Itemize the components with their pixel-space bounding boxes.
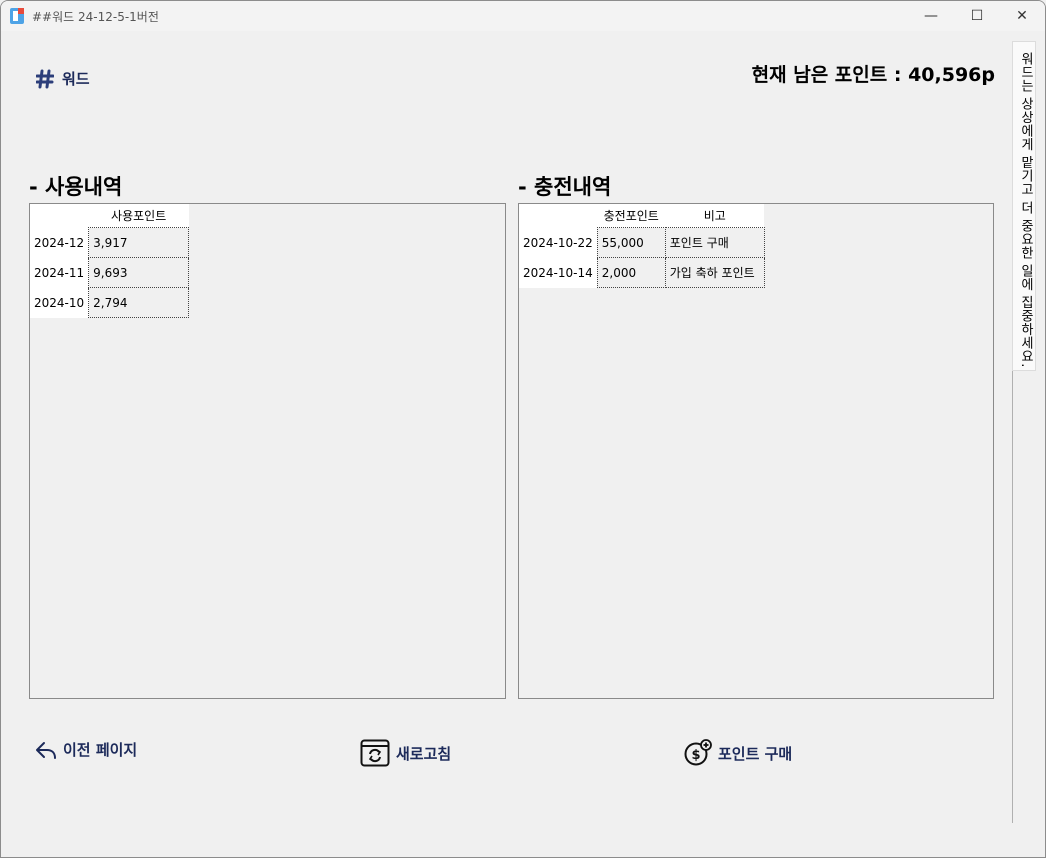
refresh-button-label: 새로고침 xyxy=(396,744,452,763)
refresh-icon xyxy=(360,739,390,767)
charge-date: 2024-10-22 xyxy=(519,227,598,258)
charge-table: 충전포인트 비고 2024-10-22 55,000 포인트 구매 2024-1… xyxy=(519,204,765,288)
charge-note-header[interactable]: 비고 xyxy=(665,204,765,228)
charge-title: - 충전내역 xyxy=(518,175,612,199)
charge-panel: 충전포인트 비고 2024-10-22 55,000 포인트 구매 2024-1… xyxy=(518,203,994,699)
usage-points-cell[interactable]: 9,693 xyxy=(88,257,190,288)
minimize-icon: — xyxy=(924,8,938,24)
usage-points-cell[interactable]: 3,917 xyxy=(88,227,190,258)
hash-logo-icon xyxy=(36,69,54,88)
usage-title: - 사용내역 xyxy=(29,175,123,199)
usage-month: 2024-11 xyxy=(30,257,89,288)
table-row: 2024-10-14 2,000 가입 축하 포인트 xyxy=(519,257,765,288)
usage-panel: 사용포인트 2024-12 3,917 2024-11 9,693 2024-1… xyxy=(29,203,506,699)
buy-points-button[interactable]: $ 포인트 구매 xyxy=(684,739,792,767)
back-arrow-icon xyxy=(36,741,56,759)
buy-points-button-label: 포인트 구매 xyxy=(718,744,793,763)
side-divider xyxy=(1012,371,1013,823)
maximize-icon: ☐ xyxy=(970,8,984,24)
usage-points-header[interactable]: 사용포인트 xyxy=(88,204,189,228)
minimize-button[interactable]: — xyxy=(908,1,954,31)
usage-month: 2024-12 xyxy=(30,227,89,258)
usage-month: 2024-10 xyxy=(30,287,89,318)
remaining-points: 현재 남은 포인트 : 40,596p xyxy=(751,64,995,86)
charge-corner-header xyxy=(519,204,598,228)
charge-date: 2024-10-14 xyxy=(519,257,598,288)
back-button[interactable]: 이전 페이지 xyxy=(35,739,137,760)
side-slogan-text: 워드는 상상에게 맡기고 더 중요한 일에 집중하세요. xyxy=(1018,52,1033,368)
table-row: 2024-10-22 55,000 포인트 구매 xyxy=(519,227,765,258)
charge-points-header[interactable]: 충전포인트 xyxy=(597,204,666,228)
close-icon: ✕ xyxy=(1016,8,1028,24)
app-window: ##워드 24-12-5-1버전 — ☐ ✕ 워드 현재 남은 포인트 : 40… xyxy=(0,0,1046,858)
window-title: ##워드 24-12-5-1버전 xyxy=(32,10,159,24)
logo-text: 워드 xyxy=(62,70,90,88)
charge-points-cell[interactable]: 55,000 xyxy=(596,227,666,258)
svg-text:$: $ xyxy=(691,748,700,763)
table-row: 2024-11 9,693 xyxy=(30,257,190,288)
usage-table: 사용포인트 2024-12 3,917 2024-11 9,693 2024-1… xyxy=(30,204,190,318)
table-row: 2024-12 3,917 xyxy=(30,227,190,258)
table-row: 2024-10 2,794 xyxy=(30,287,190,318)
usage-corner-header xyxy=(30,204,89,228)
charge-note-cell[interactable]: 가입 축하 포인트 xyxy=(664,257,765,288)
title-bar: ##워드 24-12-5-1버전 — ☐ ✕ xyxy=(1,1,1045,31)
back-button-label: 이전 페이지 xyxy=(63,741,138,759)
close-button[interactable]: ✕ xyxy=(999,1,1045,31)
maximize-button[interactable]: ☐ xyxy=(954,1,1000,31)
usage-points-cell[interactable]: 2,794 xyxy=(88,287,190,318)
side-slogan-tab[interactable]: 워드는 상상에게 맡기고 더 중요한 일에 집중하세요. xyxy=(1012,41,1036,371)
coin-plus-icon: $ xyxy=(684,739,712,766)
app-icon xyxy=(10,8,24,24)
charge-points-cell[interactable]: 2,000 xyxy=(596,257,666,288)
charge-note-cell[interactable]: 포인트 구매 xyxy=(664,227,765,258)
app-logo: 워드 xyxy=(36,68,90,89)
refresh-button[interactable]: 새로고침 xyxy=(360,739,451,767)
